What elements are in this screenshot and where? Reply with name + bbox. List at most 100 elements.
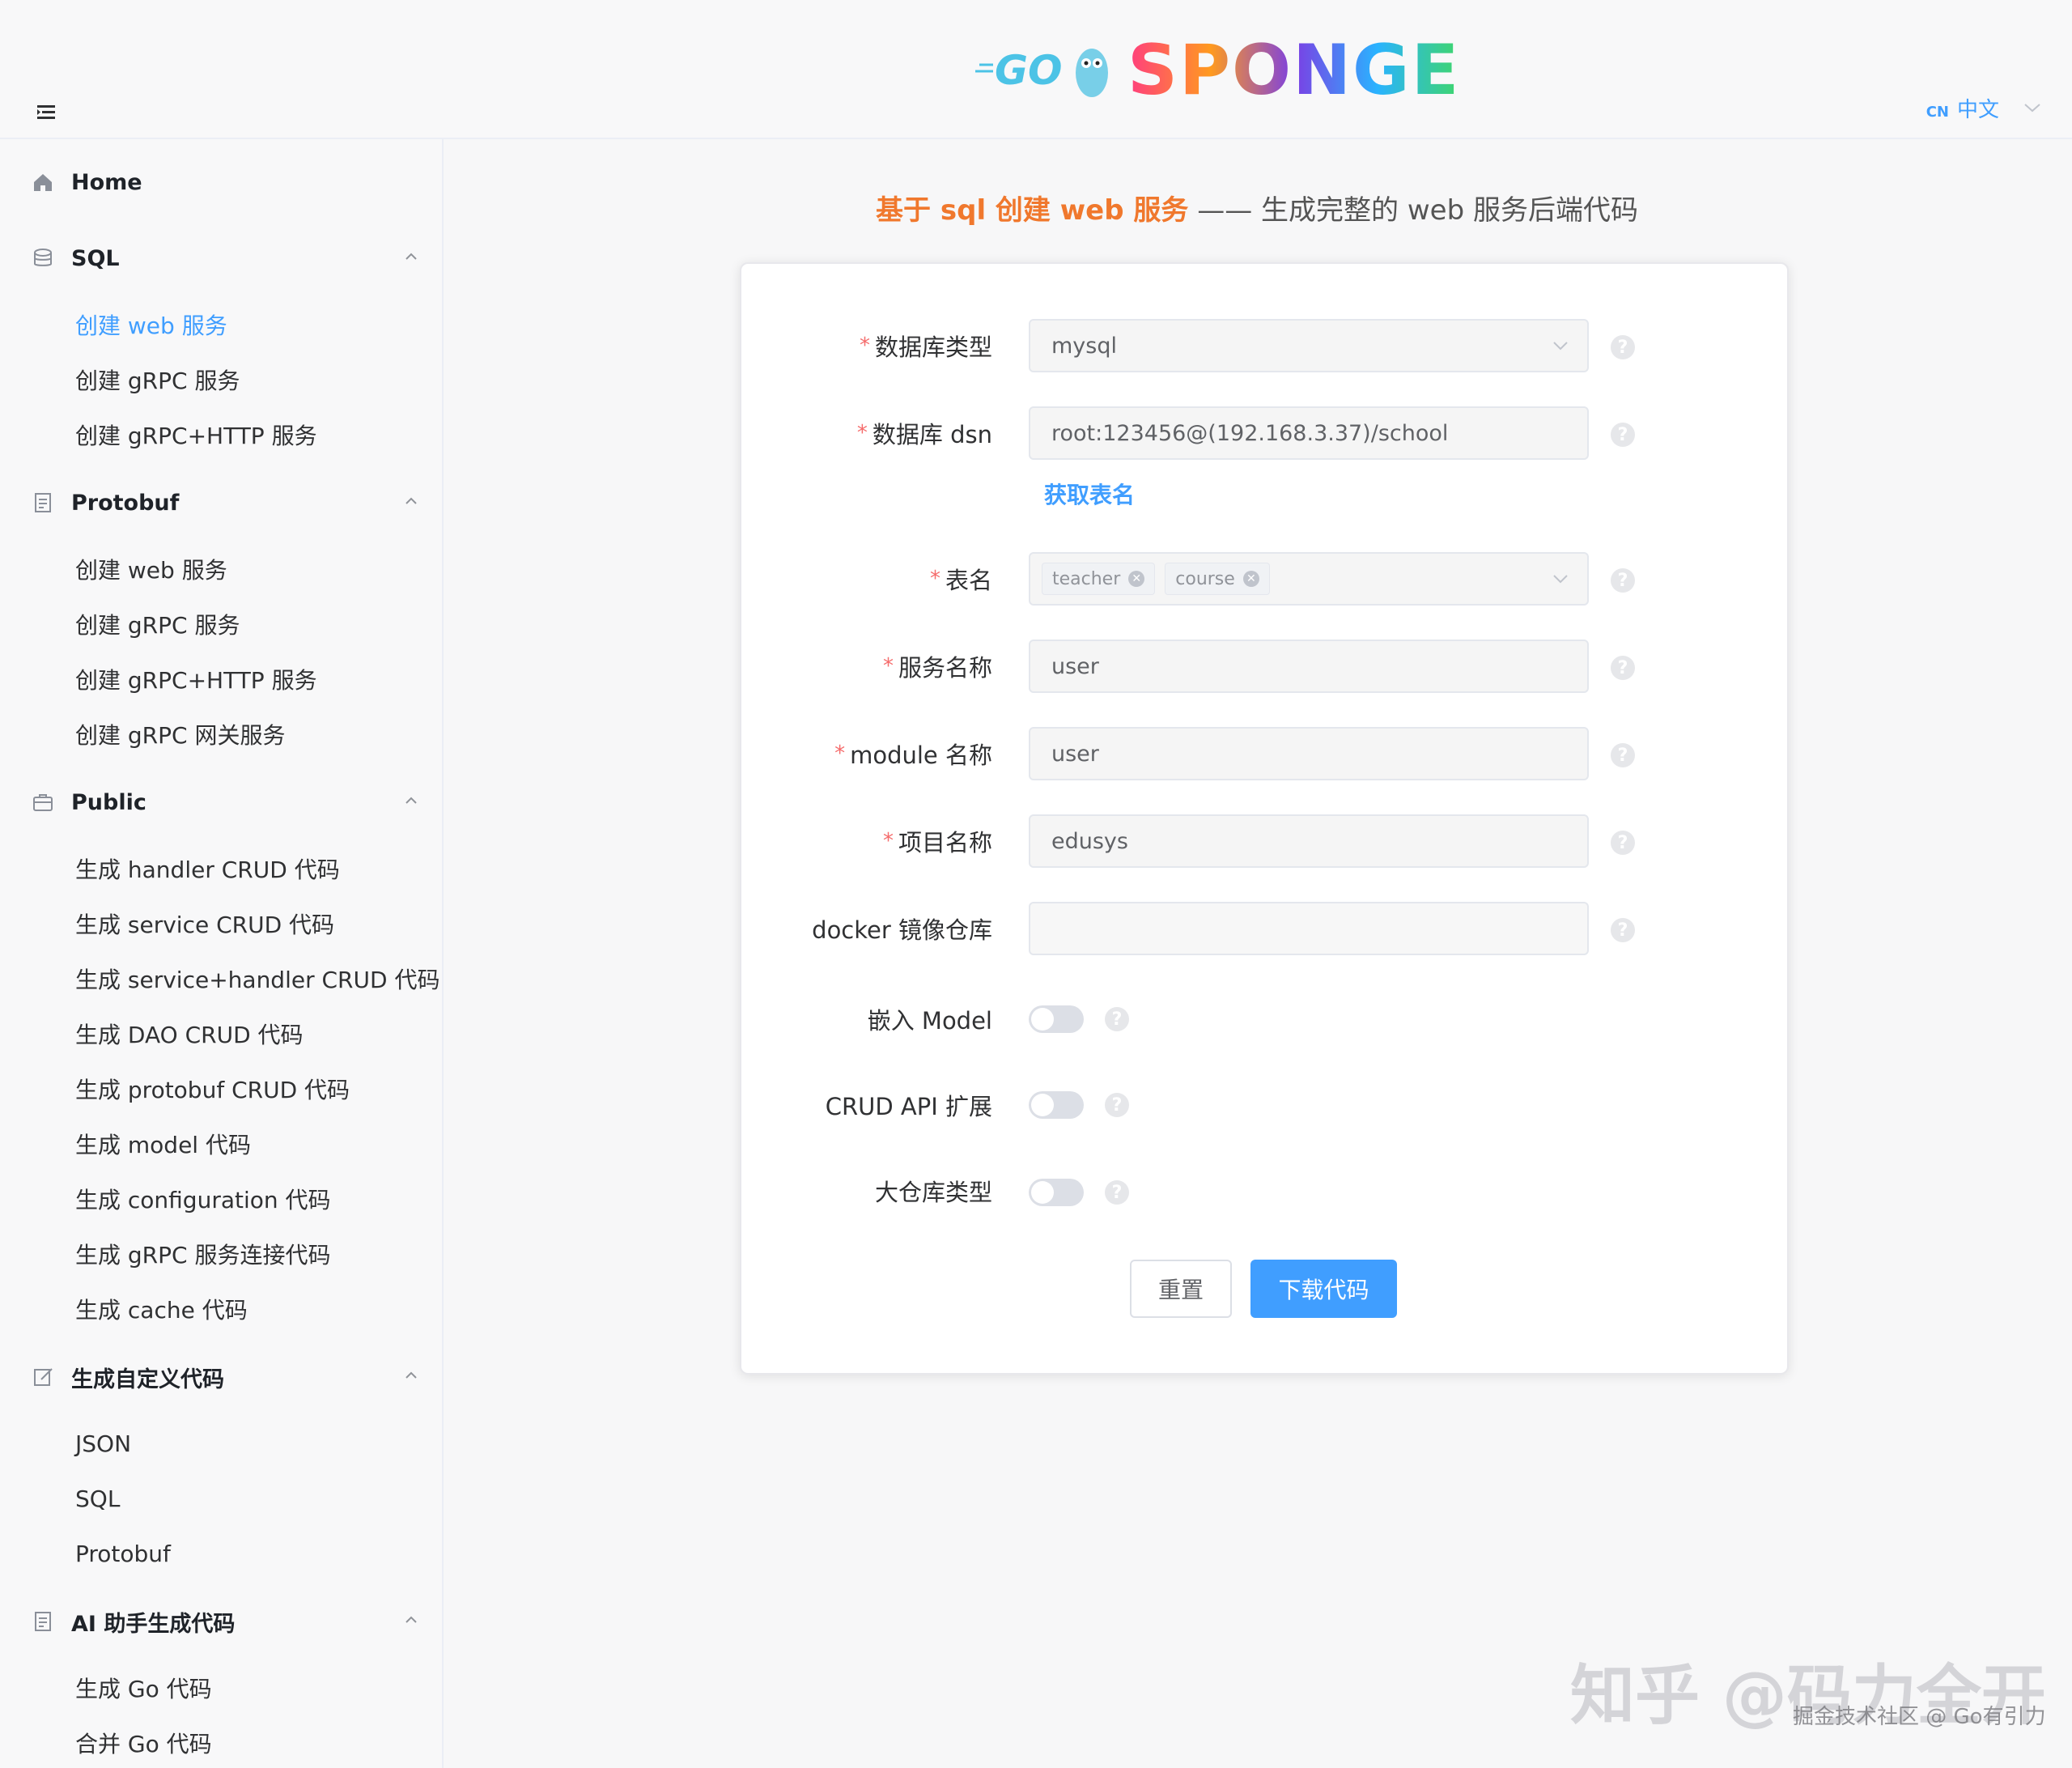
sponge-logo: GO SPONGE <box>975 34 1461 107</box>
sidebar-group-protobuf[interactable]: Protobuf <box>31 482 419 523</box>
watermark-sub: 掘金技术社区 @ Go有引力 <box>1793 1705 2046 1729</box>
sidebar-group-sql[interactable]: SQL <box>31 238 419 278</box>
dsn-input[interactable]: root:123456@(192.168.3.37)/school <box>1029 406 1589 460</box>
sidebar-item-proto-web[interactable]: 创建 web 服务 <box>75 549 431 589</box>
lang-tag: CN <box>1926 104 1949 121</box>
embed-model-toggle[interactable] <box>1029 1005 1084 1033</box>
briefcase-icon <box>33 794 53 811</box>
sidebar-item-sql-web[interactable]: 创建 web 服务 <box>75 304 431 345</box>
sidebar-item-merge-go[interactable]: 合并 Go 代码 <box>75 1723 431 1763</box>
tables-multiselect[interactable]: teacher ✕ course ✕ <box>1029 552 1589 606</box>
help-icon[interactable]: ? <box>1611 918 1635 942</box>
help-icon[interactable]: ? <box>1611 831 1635 855</box>
reset-button[interactable]: 重置 <box>1130 1260 1232 1318</box>
tables-label: * 表名 <box>929 567 992 594</box>
service-name-label: * 服务名称 <box>882 654 992 682</box>
close-icon[interactable]: ✕ <box>1242 571 1259 587</box>
docker-label: docker 镜像仓库 <box>812 916 992 944</box>
fetch-tables-button[interactable]: 获取表名 <box>1044 478 1135 510</box>
crud-ext-label: CRUD API 扩展 <box>825 1093 992 1120</box>
page-title-accent: 基于 sql 创建 web 服务 <box>876 194 1189 227</box>
chevron-up-icon[interactable] <box>403 1370 419 1381</box>
edit-icon <box>34 1368 53 1386</box>
menu-toggle-icon[interactable] <box>36 102 58 123</box>
sidebar-item-model[interactable]: 生成 model 代码 <box>75 1124 431 1164</box>
db-type-value: mysql <box>1051 333 1117 359</box>
dsn-value: root:123456@(192.168.3.37)/school <box>1051 420 1449 446</box>
sidebar-item-proto-grpc-http[interactable]: 创建 gRPC+HTTP 服务 <box>75 659 431 699</box>
sidebar-item-protobuf-crud[interactable]: 生成 protobuf CRUD 代码 <box>75 1069 431 1109</box>
help-icon[interactable]: ? <box>1611 423 1635 447</box>
chevron-up-icon[interactable] <box>403 795 419 806</box>
document-icon <box>35 493 51 512</box>
monorepo-label: 大仓库类型 <box>874 1179 992 1206</box>
sidebar-item-grpc-conn[interactable]: 生成 gRPC 服务连接代码 <box>75 1234 431 1274</box>
sidebar-item-sql-grpc-http[interactable]: 创建 gRPC+HTTP 服务 <box>75 414 431 455</box>
help-icon[interactable]: ? <box>1611 335 1635 359</box>
group-title-label: SQL <box>71 245 120 271</box>
language-selector[interactable]: CN 中文 <box>1926 93 1999 123</box>
sidebar-item-dao-crud[interactable]: 生成 DAO CRUD 代码 <box>75 1014 431 1054</box>
sidebar-item-proto-gateway[interactable]: 创建 gRPC 网关服务 <box>75 714 431 754</box>
module-value: user <box>1051 741 1099 767</box>
document-icon <box>35 1612 51 1631</box>
sidebar-item-handler-crud[interactable]: 生成 handler CRUD 代码 <box>75 848 431 889</box>
help-icon[interactable]: ? <box>1105 1093 1129 1117</box>
sidebar-item-configuration[interactable]: 生成 configuration 代码 <box>75 1179 431 1219</box>
database-icon <box>34 249 52 266</box>
embed-model-label: 嵌入 Model <box>867 1007 992 1035</box>
project-value: edusys <box>1051 828 1128 854</box>
page-title-rest: —— 生成完整的 web 服务后端代码 <box>1188 194 1638 227</box>
chevron-down-icon <box>1553 342 1568 351</box>
svg-text:GO: GO <box>995 47 1063 94</box>
help-icon[interactable]: ? <box>1611 568 1635 593</box>
sidebar-item-cache[interactable]: 生成 cache 代码 <box>75 1289 431 1329</box>
chevron-up-icon[interactable] <box>403 251 419 262</box>
sidebar-item-sql-grpc[interactable]: 创建 gRPC 服务 <box>75 359 431 400</box>
lang-label: 中文 <box>1956 98 1999 122</box>
chevron-down-icon[interactable] <box>2022 100 2043 115</box>
dsn-label: * 数据库 dsn <box>856 421 992 448</box>
chevron-down-icon <box>1553 575 1568 584</box>
sidebar-item-json[interactable]: JSON <box>75 1423 431 1464</box>
chevron-up-icon[interactable] <box>403 1614 419 1626</box>
table-tag: course ✕ <box>1165 563 1270 595</box>
crud-ext-toggle[interactable] <box>1029 1091 1084 1119</box>
help-icon[interactable]: ? <box>1611 743 1635 767</box>
sidebar-item-label: Home <box>71 169 142 195</box>
sidebar-item-service-crud[interactable]: 生成 service CRUD 代码 <box>75 903 431 944</box>
sidebar-item-custom-sql[interactable]: SQL <box>75 1478 431 1519</box>
module-input[interactable]: user <box>1029 727 1589 780</box>
top-header: GO SPONGE CN 中文 <box>0 0 2072 139</box>
sidebar-item-proto-grpc[interactable]: 创建 gRPC 服务 <box>75 604 431 644</box>
table-tag: teacher ✕ <box>1042 563 1156 595</box>
service-name-input[interactable]: user <box>1029 640 1589 693</box>
svg-text:SPONGE: SPONGE <box>1127 34 1460 107</box>
home-icon <box>34 174 52 191</box>
page-title: 基于 sql 创建 web 服务 —— 生成完整的 web 服务后端代码 <box>442 188 2072 227</box>
service-name-value: user <box>1051 653 1099 679</box>
group-title-label: Public <box>71 789 146 815</box>
monorepo-toggle[interactable] <box>1029 1179 1084 1206</box>
db-type-select[interactable]: mysql <box>1029 319 1589 372</box>
db-type-label: * 数据库类型 <box>859 334 992 361</box>
chevron-up-icon[interactable] <box>403 495 419 507</box>
download-code-button[interactable]: 下载代码 <box>1250 1260 1397 1318</box>
group-title-label: 生成自定义代码 <box>71 1366 224 1392</box>
help-icon[interactable]: ? <box>1105 1007 1129 1031</box>
sidebar-group-ai[interactable]: AI 助手生成代码 <box>31 1601 419 1642</box>
sidebar-group-custom[interactable]: 生成自定义代码 <box>31 1357 419 1397</box>
group-title-label: Protobuf <box>71 490 180 516</box>
project-input[interactable]: edusys <box>1029 814 1589 868</box>
sidebar-item-gen-go[interactable]: 生成 Go 代码 <box>75 1668 431 1708</box>
sidebar-item-home[interactable]: Home <box>31 162 419 202</box>
help-icon[interactable]: ? <box>1105 1180 1129 1205</box>
group-title-label: AI 助手生成代码 <box>71 1611 236 1637</box>
help-icon[interactable]: ? <box>1611 656 1635 680</box>
docker-input[interactable] <box>1029 902 1589 955</box>
close-icon[interactable]: ✕ <box>1128 571 1145 587</box>
sidebar-item-service-handler-crud[interactable]: 生成 service+handler CRUD 代码 <box>75 958 439 999</box>
sidebar: Home SQL 创建 web 服务 创建 gRPC 服务 创建 gRPC+HT… <box>0 139 444 1768</box>
sidebar-group-public[interactable]: Public <box>31 782 419 822</box>
sidebar-item-custom-protobuf[interactable]: Protobuf <box>75 1533 431 1574</box>
